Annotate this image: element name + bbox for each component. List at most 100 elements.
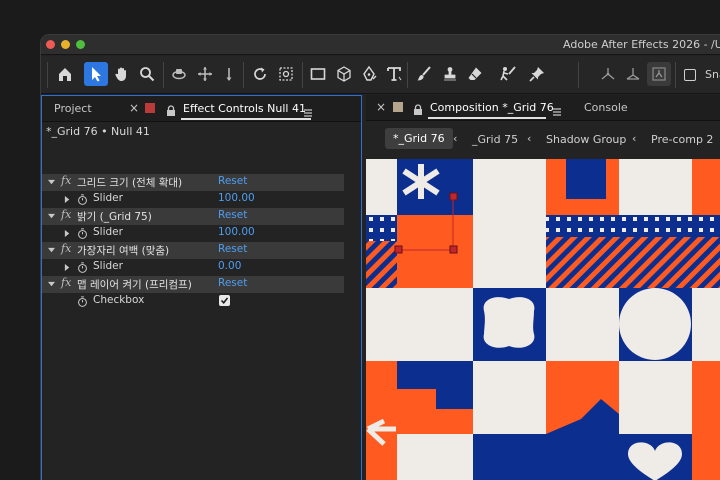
composition-panel: × Composition *_Grid 76 Console *_Grid 7… bbox=[366, 95, 720, 480]
close-tab-icon[interactable]: × bbox=[129, 101, 139, 115]
expand-arrow-icon[interactable] bbox=[64, 264, 71, 271]
toolbar-separator bbox=[243, 62, 244, 88]
active-tab-underline bbox=[428, 117, 546, 119]
axis-view-icon[interactable] bbox=[647, 62, 671, 86]
effect-name: 밝기 (_Grid 75) bbox=[77, 211, 152, 223]
snap-checkbox[interactable] bbox=[684, 69, 696, 81]
cube-icon[interactable] bbox=[332, 62, 356, 86]
checkbox-checked[interactable] bbox=[219, 295, 230, 306]
toolbar-separator bbox=[578, 62, 579, 88]
reset-link[interactable]: Reset bbox=[218, 175, 247, 187]
null-layer-handle[interactable] bbox=[394, 245, 403, 254]
axis-local-icon[interactable] bbox=[596, 62, 620, 86]
home-icon[interactable] bbox=[53, 62, 77, 86]
property-row: Checkbox bbox=[42, 293, 344, 310]
chevron-left-icon: ‹ bbox=[453, 132, 458, 145]
toolbar-separator bbox=[302, 62, 303, 88]
zoom-icon[interactable] bbox=[135, 62, 159, 86]
tab-effect-controls[interactable]: Effect Controls Null 41 bbox=[183, 102, 306, 115]
close-window-button[interactable] bbox=[46, 40, 55, 49]
tab-console[interactable]: Console bbox=[584, 101, 628, 114]
composition-viewer[interactable] bbox=[366, 159, 720, 480]
null-layer-handle[interactable] bbox=[449, 245, 458, 254]
expand-arrow-icon[interactable] bbox=[64, 230, 71, 237]
tab-composition[interactable]: Composition *_Grid 76 bbox=[430, 101, 554, 114]
lock-icon[interactable] bbox=[166, 102, 176, 121]
collapse-arrow-icon[interactable] bbox=[48, 247, 55, 254]
breadcrumb-item[interactable]: Shadow Group bbox=[546, 133, 626, 146]
pan-camera-icon[interactable] bbox=[193, 62, 217, 86]
property-row: Slider 100.00 bbox=[42, 191, 344, 208]
property-name: Slider bbox=[93, 192, 123, 204]
toolbar-separator bbox=[163, 62, 164, 88]
rectangle-icon[interactable] bbox=[306, 62, 330, 86]
collapse-arrow-icon[interactable] bbox=[48, 281, 55, 288]
axis-world-icon[interactable] bbox=[621, 62, 645, 86]
chevron-left-icon: ‹ bbox=[527, 132, 532, 145]
property-value[interactable]: 0.00 bbox=[218, 260, 241, 272]
fx-badge-icon[interactable]: fx bbox=[61, 242, 71, 255]
eraser-icon[interactable] bbox=[463, 62, 487, 86]
brush-icon[interactable] bbox=[412, 62, 436, 86]
toolbar-separator bbox=[407, 62, 408, 88]
effect-row[interactable]: fx 밝기 (_Grid 75) Reset bbox=[42, 208, 344, 225]
effect-name: 가장자리 여백 (맞춤) bbox=[77, 245, 170, 257]
breadcrumb-item[interactable]: _Grid 75 bbox=[472, 133, 518, 146]
toolbar-separator bbox=[675, 62, 676, 88]
effect-row[interactable]: fx 가장자리 여백 (맞춤) Reset bbox=[42, 242, 344, 259]
window-title: Adobe After Effects 2026 - /U bbox=[563, 38, 720, 51]
title-bar: Adobe After Effects 2026 - /U bbox=[41, 35, 720, 55]
fx-badge-icon[interactable]: fx bbox=[61, 174, 71, 187]
pan-behind-icon[interactable] bbox=[274, 62, 298, 86]
property-name: Slider bbox=[93, 260, 123, 272]
close-tab-icon[interactable]: × bbox=[376, 100, 386, 114]
puppet-pin-icon[interactable] bbox=[525, 62, 549, 86]
property-value[interactable]: 100.00 bbox=[218, 226, 255, 238]
reset-link[interactable]: Reset bbox=[218, 209, 247, 221]
maximize-window-button[interactable] bbox=[76, 40, 85, 49]
fx-badge-icon[interactable]: fx bbox=[61, 208, 71, 221]
left-panel-tabs: Project × Effect Controls Null 41 bbox=[42, 96, 361, 122]
collapse-arrow-icon[interactable] bbox=[48, 213, 55, 220]
stopwatch-icon[interactable] bbox=[77, 296, 88, 307]
panel-menu-icon[interactable] bbox=[552, 102, 562, 121]
dolly-camera-icon[interactable] bbox=[217, 62, 241, 86]
property-name: Slider bbox=[93, 226, 123, 238]
stopwatch-icon[interactable] bbox=[77, 262, 88, 273]
clone-stamp-icon[interactable] bbox=[438, 62, 462, 86]
property-value[interactable]: 100.00 bbox=[218, 192, 255, 204]
app-window: Adobe After Effects 2026 - /U Sn Project… bbox=[40, 34, 720, 480]
composition-artwork bbox=[366, 159, 720, 480]
stopwatch-icon[interactable] bbox=[77, 194, 88, 205]
reset-link[interactable]: Reset bbox=[218, 243, 247, 255]
selection-arrow-icon[interactable] bbox=[84, 62, 108, 86]
stopwatch-icon[interactable] bbox=[77, 228, 88, 239]
tools-toolbar: Snap bbox=[41, 56, 720, 94]
type-icon[interactable] bbox=[382, 62, 406, 86]
effect-controls-panel: Project × Effect Controls Null 41 *_Grid… bbox=[41, 95, 362, 480]
rotate-icon[interactable] bbox=[248, 62, 272, 86]
pen-icon[interactable] bbox=[357, 62, 381, 86]
property-row: Slider 100.00 bbox=[42, 225, 344, 242]
panel-menu-icon[interactable] bbox=[303, 103, 313, 122]
breadcrumb-item[interactable]: Pre-comp 2 bbox=[651, 133, 713, 146]
expand-arrow-icon[interactable] bbox=[64, 196, 71, 203]
roto-brush-icon[interactable] bbox=[496, 62, 520, 86]
minimize-window-button[interactable] bbox=[61, 40, 70, 49]
property-row: Slider 0.00 bbox=[42, 259, 344, 276]
orbit-camera-icon[interactable] bbox=[167, 62, 191, 86]
reset-link[interactable]: Reset bbox=[218, 277, 247, 289]
hand-icon[interactable] bbox=[110, 62, 134, 86]
breadcrumb-item[interactable]: *_Grid 76 bbox=[385, 128, 453, 149]
lock-icon[interactable] bbox=[413, 101, 423, 120]
desktop: Adobe After Effects 2026 - /U Sn Project… bbox=[0, 0, 720, 480]
fx-badge-icon[interactable]: fx bbox=[61, 276, 71, 289]
tab-project[interactable]: Project bbox=[54, 102, 92, 115]
effect-name: 맵 레이어 켜기 (프리컴프) bbox=[77, 279, 192, 291]
active-tab-underline bbox=[181, 118, 311, 120]
composition-breadcrumbs: *_Grid 76 ‹ _Grid 75 ‹ Shadow Group ‹ Pr… bbox=[366, 122, 720, 158]
effect-row[interactable]: fx 맵 레이어 켜기 (프리컴프) Reset bbox=[42, 276, 344, 293]
effect-row[interactable]: fx 그리드 크기 (전체 확대) Reset bbox=[42, 174, 344, 191]
effect-controls-header: *_Grid 76 • Null 41 bbox=[46, 125, 150, 138]
collapse-arrow-icon[interactable] bbox=[48, 179, 55, 186]
